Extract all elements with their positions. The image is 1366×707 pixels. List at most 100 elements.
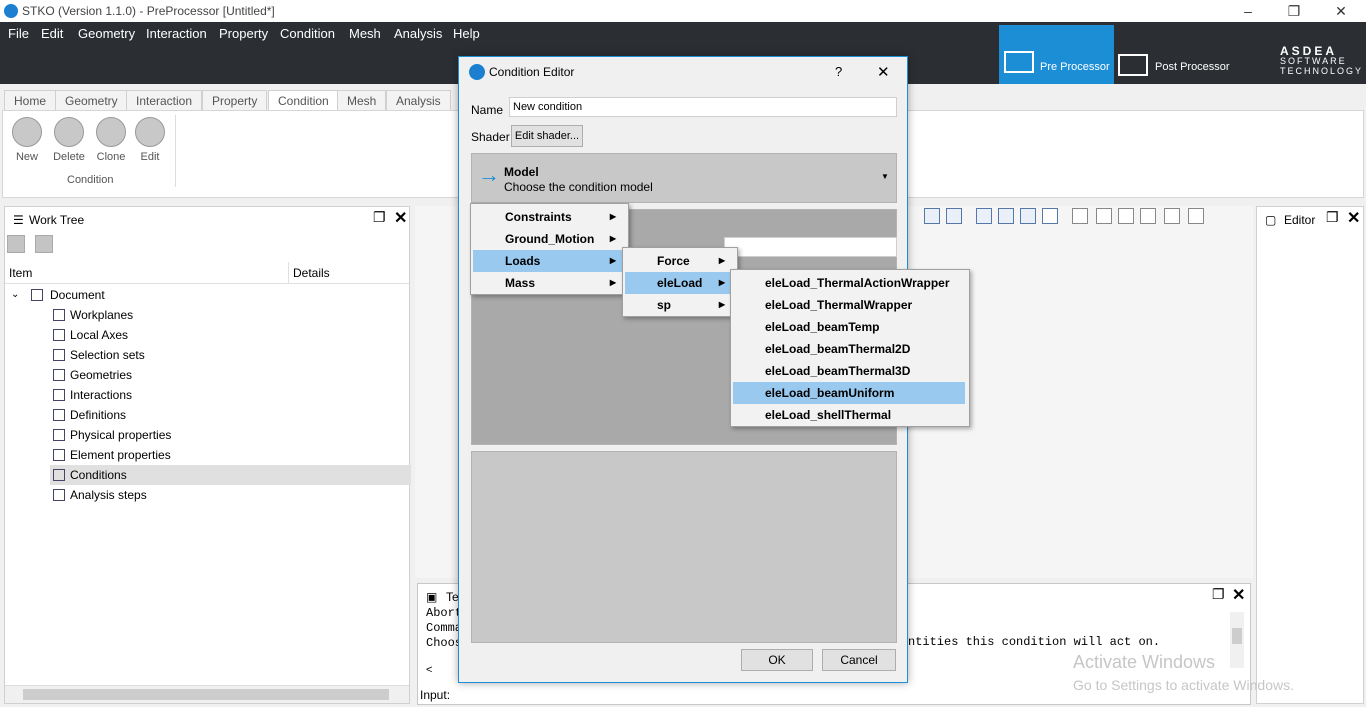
menu-item-loads[interactable]: Loads ▶ (473, 250, 626, 272)
view-toolbar-icon[interactable] (976, 208, 992, 224)
parameter-input[interactable] (724, 237, 897, 257)
view-toolbar-icon[interactable] (924, 208, 940, 224)
view-toolbar-icon[interactable] (1188, 208, 1204, 224)
tree-item-workplanes[interactable]: Workplanes (50, 305, 411, 325)
menu-item-eleload-thermalactionwrapper[interactable]: eleLoad_ThermalActionWrapper (733, 272, 965, 294)
terminal-title: Te (446, 590, 459, 604)
close-dialog-button[interactable]: ✕ (877, 63, 890, 81)
view-toolbar-icon[interactable] (946, 208, 962, 224)
menu-item-eleload-beamthermal2d[interactable]: eleLoad_beamThermal2D (733, 338, 965, 360)
menu-item-eleload-beamuniform[interactable]: eleLoad_beamUniform (733, 382, 965, 404)
menu-item-label: eleLoad_shellThermal (765, 408, 892, 422)
menu-item-ground-motion[interactable]: Ground_Motion ▶ (473, 228, 626, 250)
edit-shader-button[interactable]: Edit shader... (511, 125, 583, 147)
view-toolbar-icon[interactable] (1020, 208, 1036, 224)
menu-item-eleload-shellthermal[interactable]: eleLoad_shellThermal (733, 404, 965, 426)
column-details[interactable]: Details (293, 266, 330, 280)
name-input[interactable] (509, 97, 897, 117)
tree-item-selection-sets[interactable]: Selection sets (50, 345, 411, 365)
tree-item-conditions[interactable]: Conditions (50, 465, 411, 485)
menu-interaction[interactable]: Interaction (146, 26, 207, 41)
scrollbar-thumb[interactable] (23, 689, 389, 700)
close-window-button[interactable]: ✕ (1318, 0, 1364, 22)
float-panel-icon[interactable]: ❐ (1212, 586, 1225, 603)
view-toolbar-icon[interactable] (1096, 208, 1112, 224)
menu-item-sp[interactable]: sp ▶ (625, 294, 735, 316)
logo-tagline-2: TECHNOLOGY (1280, 66, 1364, 76)
scroll-left-icon[interactable]: < (426, 664, 432, 676)
menu-item-label: sp (657, 298, 672, 312)
tab-condition[interactable]: Condition (268, 90, 339, 110)
tree-item-local-axes[interactable]: Local Axes (50, 325, 411, 345)
tree-item-label: Analysis steps (70, 488, 147, 502)
menu-analysis[interactable]: Analysis (394, 26, 442, 41)
menu-item-force[interactable]: Force ▶ (625, 250, 735, 272)
view-toolbar-icon[interactable] (1164, 208, 1180, 224)
minimize-button[interactable]: – (1225, 0, 1271, 22)
submenu-arrow-icon: ▶ (718, 278, 725, 287)
menu-geometry[interactable]: Geometry (78, 26, 135, 41)
tab-property[interactable]: Property (202, 90, 268, 110)
menu-property[interactable]: Property (219, 26, 268, 41)
delete-condition-button[interactable]: Delete (49, 117, 89, 163)
work-tree-title: Work Tree (29, 213, 85, 227)
tab-home[interactable]: Home (4, 90, 57, 110)
edit-condition-button[interactable]: Edit (130, 117, 170, 163)
menu-item-eleload-beamthermal3d[interactable]: eleLoad_beamThermal3D (733, 360, 965, 382)
view-toolbar-icon[interactable] (1072, 208, 1088, 224)
menu-edit[interactable]: Edit (41, 26, 63, 41)
menu-mesh[interactable]: Mesh (349, 26, 381, 41)
tab-mesh[interactable]: Mesh (337, 90, 387, 110)
tree-item-interactions[interactable]: Interactions (50, 385, 411, 405)
move-down-icon[interactable] (35, 235, 53, 253)
restore-button[interactable]: ❐ (1271, 0, 1317, 22)
list-icon (53, 409, 65, 421)
view-toolbar-icon[interactable] (1042, 208, 1058, 224)
tab-interaction[interactable]: Interaction (126, 90, 203, 110)
tree-item-element-properties[interactable]: Element properties (50, 445, 411, 465)
menu-item-eleload[interactable]: eleLoad ▶ (625, 272, 735, 294)
view-toolbar-icon[interactable] (998, 208, 1014, 224)
menu-help[interactable]: Help (453, 26, 480, 41)
tree-root-document[interactable]: Document (50, 288, 105, 302)
tab-geometry[interactable]: Geometry (55, 90, 128, 110)
new-icon (12, 117, 42, 147)
horizontal-scrollbar[interactable] (5, 685, 409, 703)
menu-item-eleload-beamtemp[interactable]: eleLoad_beamTemp (733, 316, 965, 338)
model-selector[interactable]: → Model Choose the condition model ▼ (471, 153, 897, 203)
ok-button[interactable]: OK (741, 649, 813, 671)
column-item[interactable]: Item (9, 266, 32, 280)
pre-processor-button[interactable]: Pre Processor (999, 25, 1114, 84)
float-panel-icon[interactable]: ❐ (1326, 209, 1339, 226)
post-processor-button[interactable]: Post Processor (1155, 61, 1230, 73)
tree-item-geometries[interactable]: Geometries (50, 365, 411, 385)
menu-item-constraints[interactable]: Constraints ▶ (473, 206, 626, 228)
close-panel-icon[interactable]: ✕ (1232, 585, 1245, 605)
chart-monitor-icon (1118, 54, 1148, 76)
help-button[interactable]: ? (835, 64, 842, 79)
float-panel-icon[interactable]: ❐ (373, 209, 386, 226)
menu-condition[interactable]: Condition (280, 26, 335, 41)
view-toolbar-icon[interactable] (1140, 208, 1156, 224)
close-panel-icon[interactable]: ✕ (1347, 208, 1360, 228)
vertical-scrollbar[interactable] (1230, 612, 1244, 668)
submenu-arrow-icon: ▶ (609, 256, 616, 265)
view-toolbar-icon[interactable] (1118, 208, 1134, 224)
tab-analysis[interactable]: Analysis (386, 90, 451, 110)
cancel-button[interactable]: Cancel (822, 649, 896, 671)
clone-condition-button[interactable]: Clone (91, 117, 131, 163)
tree-item-physical-properties[interactable]: Physical properties (50, 425, 411, 445)
menu-file[interactable]: File (8, 26, 29, 41)
new-label: New (15, 151, 38, 163)
tree-item-definitions[interactable]: Definitions (50, 405, 411, 425)
scrollbar-thumb[interactable] (1232, 628, 1242, 644)
tree-item-analysis-steps[interactable]: Analysis steps (50, 485, 411, 505)
expand-chevron-icon[interactable]: ⌄ (11, 289, 19, 300)
geometry-icon (53, 369, 65, 381)
menu-item-eleload-thermalwrapper[interactable]: eleLoad_ThermalWrapper (733, 294, 965, 316)
new-condition-button[interactable]: New (7, 117, 47, 163)
selection-icon (53, 349, 65, 361)
menu-item-mass[interactable]: Mass ▶ (473, 272, 626, 294)
close-panel-icon[interactable]: ✕ (394, 208, 407, 228)
move-up-icon[interactable] (7, 235, 25, 253)
